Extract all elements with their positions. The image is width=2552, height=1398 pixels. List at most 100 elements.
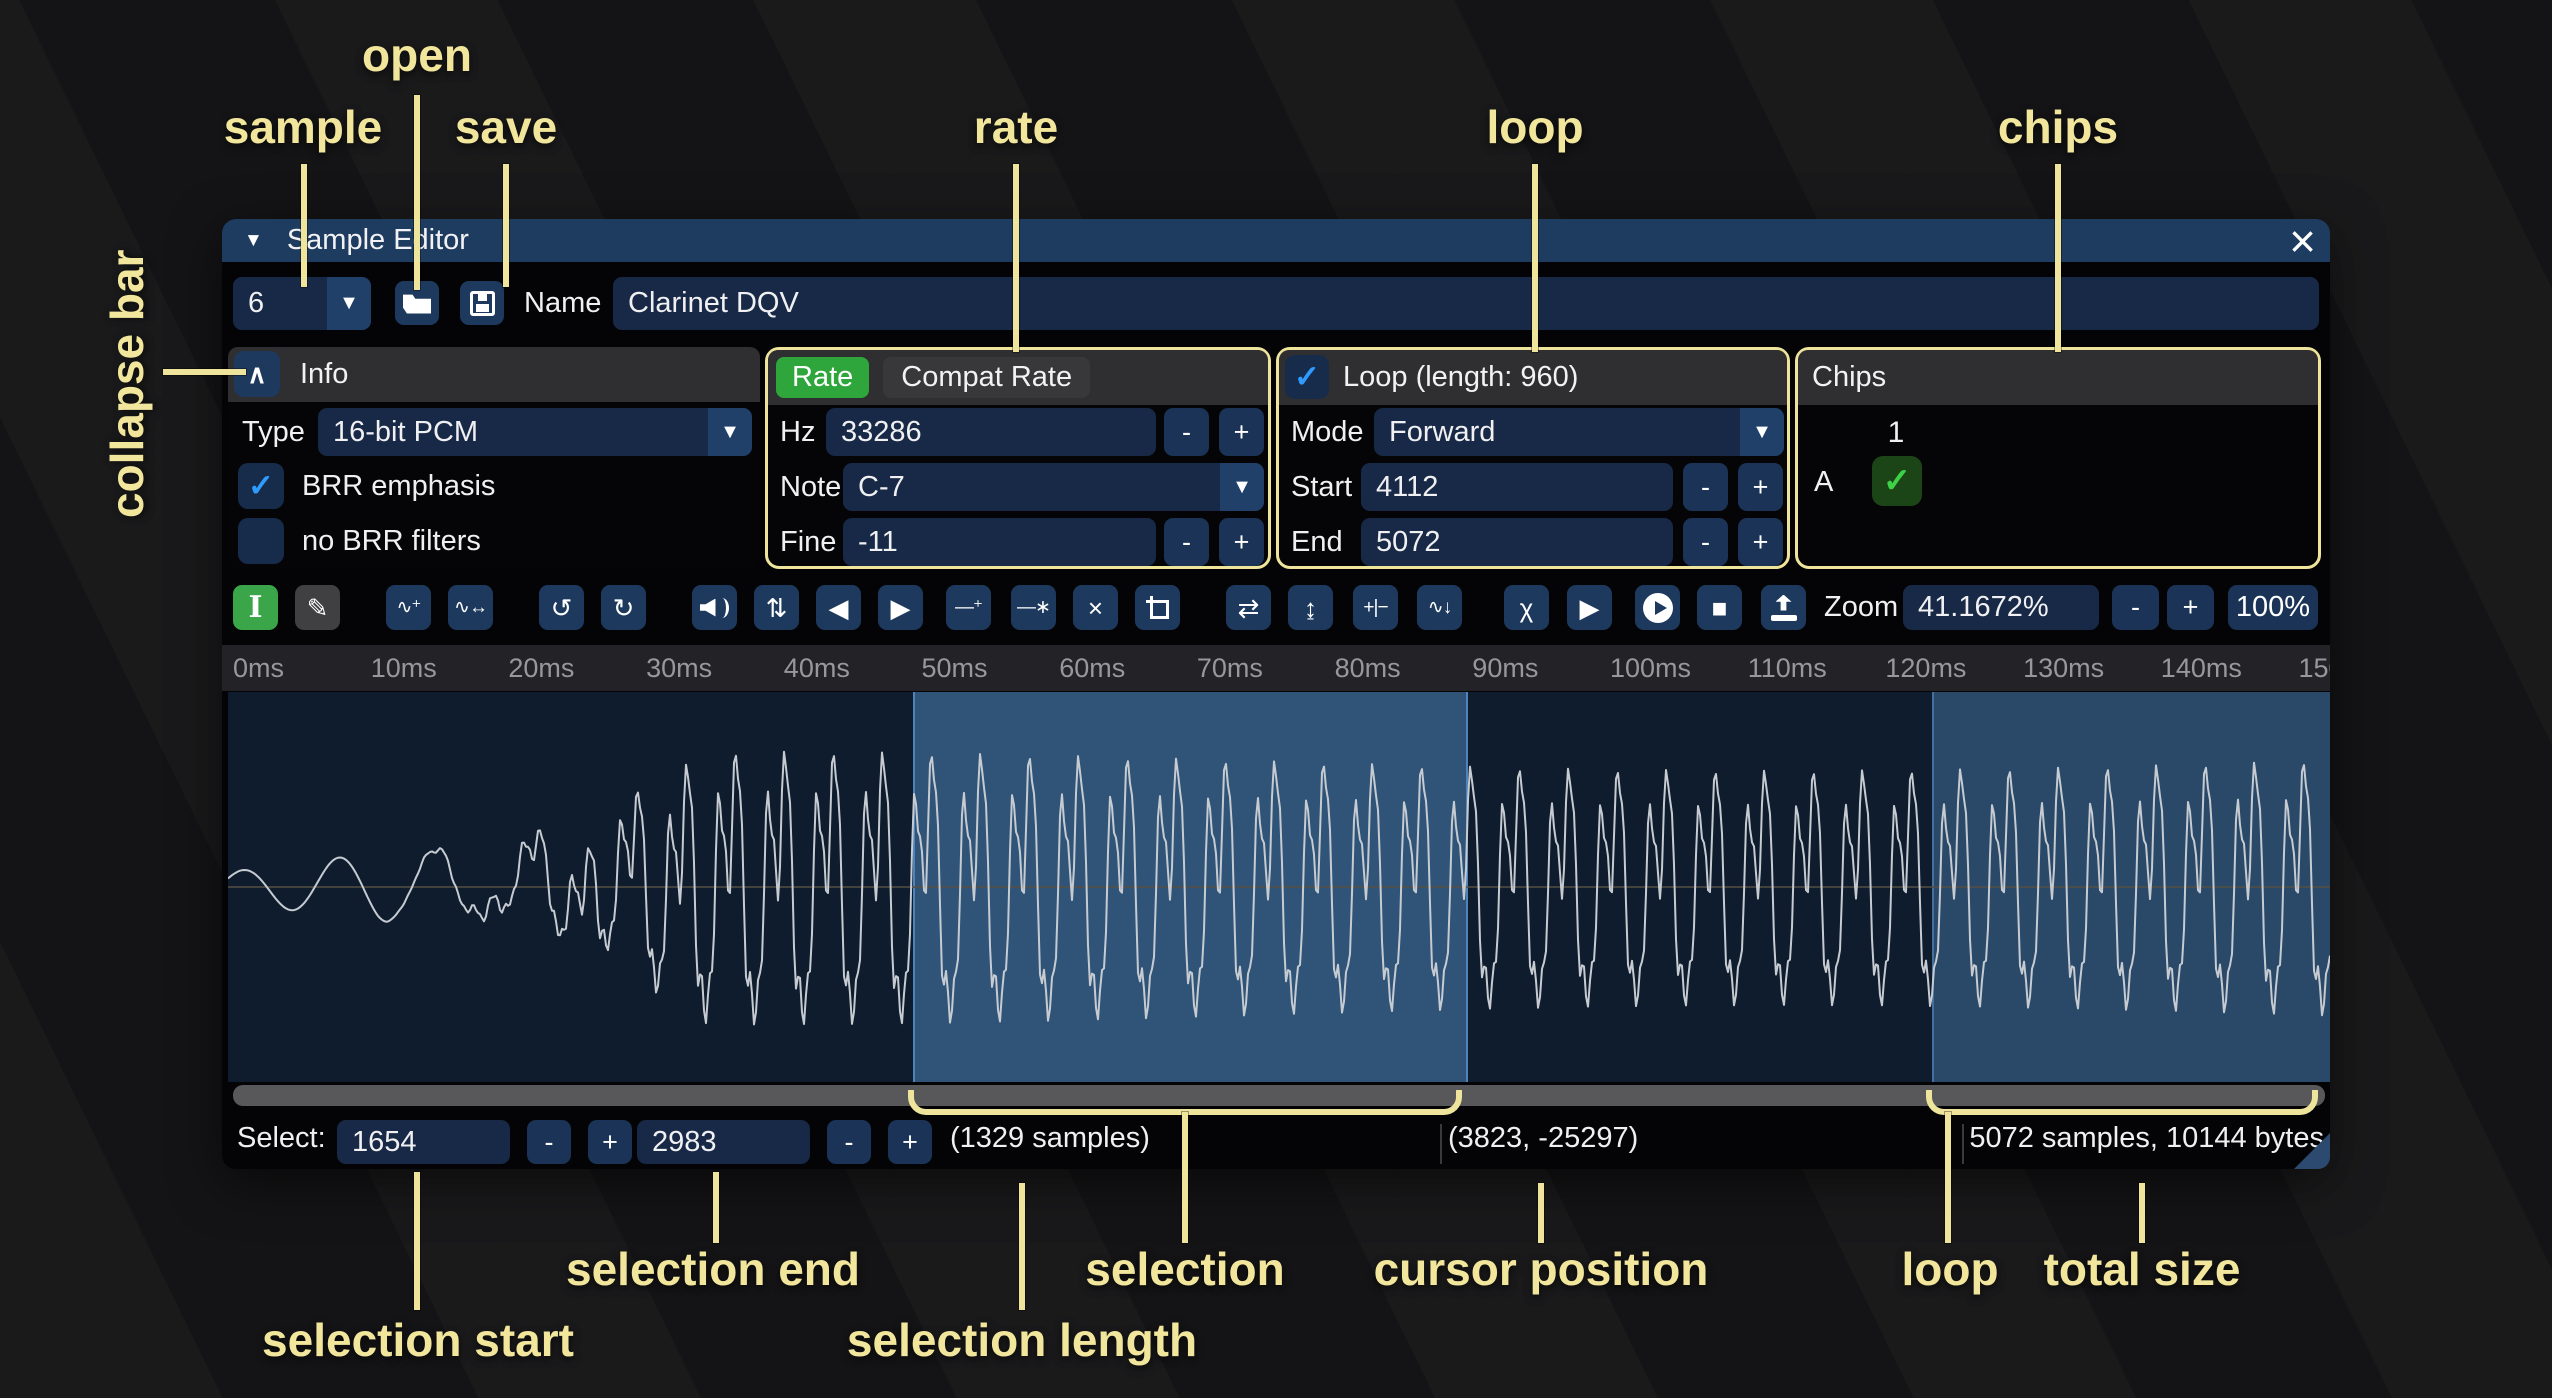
hz-input[interactable]: 33286 <box>826 408 1156 456</box>
hz-minus-button[interactable]: - <box>1164 408 1209 456</box>
time-ruler-label: 10ms <box>371 653 437 684</box>
select-tool-icon: I <box>248 593 262 623</box>
trim-button[interactable] <box>1135 585 1180 630</box>
note-dropdown[interactable]: C-7 ▼ <box>843 463 1264 511</box>
type-dropdown[interactable]: 16-bit PCM ▼ <box>318 408 752 456</box>
fine-input[interactable]: -11 <box>843 518 1156 566</box>
note-label: Note <box>780 463 841 511</box>
resize-icon: ∿⁺ <box>397 598 421 617</box>
fade-in-button[interactable]: ◀ <box>816 585 861 630</box>
annotation-selection-end-label: selection end <box>566 1242 860 1296</box>
annotation-selection-start-line <box>414 1172 420 1310</box>
invert-button[interactable]: ↨ <box>1288 585 1333 630</box>
preview-sample-icon: ▶ <box>1580 595 1600 621</box>
hz-plus-button[interactable]: + <box>1219 408 1264 456</box>
apply-filter-button[interactable]: ∿↓ <box>1417 585 1462 630</box>
annotation-cursor-position-label: cursor position <box>1374 1242 1709 1296</box>
undo-button[interactable]: ↺ <box>539 585 584 630</box>
time-ruler-label: 70ms <box>1197 653 1263 684</box>
time-ruler-label: 110ms <box>1748 653 1827 684</box>
normalize-button[interactable]: ⇅ <box>754 585 799 630</box>
chip-row-label: A <box>1814 456 1833 508</box>
selection-start-minus-button[interactable]: - <box>527 1120 571 1164</box>
info-panel-header: ∧ Info <box>228 347 760 402</box>
resample-icon: ∿↔ <box>454 598 487 617</box>
loop-end-plus-button[interactable]: + <box>1738 518 1783 566</box>
name-label: Name <box>524 277 601 330</box>
time-ruler-label: 100ms <box>1610 653 1691 684</box>
redo-icon: ↻ <box>613 595 635 621</box>
chevron-down-icon[interactable]: ▼ <box>708 408 752 456</box>
loop-start-label: Start <box>1291 463 1352 511</box>
chevron-down-icon[interactable]: ▼ <box>1740 408 1784 456</box>
no-brr-filters-checkbox[interactable]: ✓ <box>238 518 284 564</box>
close-icon[interactable]: × <box>2289 221 2316 261</box>
amplify-button[interactable] <box>692 585 737 630</box>
chip-enable-checkbox[interactable]: ✓ <box>1872 456 1922 506</box>
loop-mode-dropdown[interactable]: Forward ▼ <box>1374 408 1784 456</box>
zoom-out-button[interactable]: - <box>2112 585 2159 630</box>
select-tool-button[interactable]: I <box>233 585 278 630</box>
type-value: 16-bit PCM <box>318 416 478 449</box>
resize-button[interactable]: ∿⁺ <box>386 585 431 630</box>
brr-emphasis-checkbox[interactable]: ✓ <box>238 463 284 509</box>
loop-panel-title: Loop (length: 960) <box>1343 361 1578 394</box>
annotation-total-size-label: total size <box>2044 1242 2241 1296</box>
zoom-reset-button[interactable]: 100% <box>2228 585 2318 630</box>
preview-sample-button[interactable]: ▶ <box>1567 585 1612 630</box>
resample-button[interactable]: ∿↔ <box>448 585 493 630</box>
selection-start-plus-button[interactable]: + <box>588 1120 632 1164</box>
fade-out-button[interactable]: ▶ <box>878 585 923 630</box>
check-icon: ✓ <box>1883 461 1912 501</box>
selection-start-input[interactable]: 1654 <box>337 1120 510 1164</box>
draw-tool-button[interactable]: ✎ <box>295 585 340 630</box>
annotation-open-line <box>414 95 420 290</box>
redo-button[interactable]: ↻ <box>601 585 646 630</box>
selection-end-plus-button[interactable]: + <box>888 1120 932 1164</box>
chevron-down-icon[interactable]: ▼ <box>327 277 371 330</box>
signed-unsigned-button[interactable]: +|− <box>1353 585 1398 630</box>
fine-plus-button[interactable]: + <box>1219 518 1264 566</box>
selection-end-minus-button[interactable]: - <box>827 1120 871 1164</box>
annotation-selection-label: selection <box>1085 1242 1284 1296</box>
speaker-icon <box>700 596 730 620</box>
delete-button[interactable]: × <box>1073 585 1118 630</box>
apply-filter-icon: ∿↓ <box>1428 598 1451 617</box>
compat-rate-tab[interactable]: Compat Rate <box>883 357 1090 398</box>
loop-enable-checkbox[interactable]: ✓ <box>1285 355 1329 399</box>
annotation-loop-bottom-line <box>1945 1112 1951 1243</box>
loop-end-minus-button[interactable]: - <box>1683 518 1728 566</box>
zoom-in-button[interactable]: + <box>2167 585 2214 630</box>
chips-panel-title: Chips <box>1812 361 1886 394</box>
selection-start-value: 1654 <box>337 1126 417 1159</box>
reverse-button[interactable]: ⇄ <box>1226 585 1271 630</box>
window-titlebar[interactable]: ▼ Sample Editor × <box>222 219 2330 262</box>
export-sample-button[interactable] <box>1761 585 1806 630</box>
crossfade-loop-button[interactable]: χ <box>1504 585 1549 630</box>
zoom-input[interactable]: 41.1672% <box>1903 585 2099 630</box>
chevron-down-icon[interactable]: ▼ <box>1220 463 1264 511</box>
window-collapse-icon[interactable]: ▼ <box>244 230 263 252</box>
chips-panel: Chips 1 A ✓ <box>1795 347 2321 569</box>
sample-name-input[interactable]: Clarinet DQV <box>613 277 2319 330</box>
save-sample-button[interactable] <box>460 281 504 325</box>
annotation-rate-line <box>1013 164 1019 352</box>
export-icon <box>1771 595 1797 621</box>
check-icon: ✓ <box>248 468 274 504</box>
rate-tab-active[interactable]: Rate <box>776 357 869 398</box>
loop-end-input[interactable]: 5072 <box>1361 518 1673 566</box>
fine-minus-button[interactable]: - <box>1164 518 1209 566</box>
loop-start-minus-button[interactable]: - <box>1683 463 1728 511</box>
selection-end-input[interactable]: 2983 <box>637 1120 810 1164</box>
zoom-value: 41.1672% <box>1903 591 2049 624</box>
stop-button[interactable]: ■ <box>1697 585 1742 630</box>
insert-silence-button[interactable]: —⁺ <box>946 585 991 630</box>
time-ruler-label: 150ms <box>2299 653 2331 684</box>
apply-silence-button[interactable]: —∗ <box>1011 585 1056 630</box>
loop-start-plus-button[interactable]: + <box>1738 463 1783 511</box>
fine-label: Fine <box>780 518 836 566</box>
annotation-selection-line <box>1182 1112 1188 1243</box>
play-button[interactable] <box>1635 585 1680 630</box>
waveform-view[interactable] <box>228 692 2330 1082</box>
loop-start-input[interactable]: 4112 <box>1361 463 1673 511</box>
